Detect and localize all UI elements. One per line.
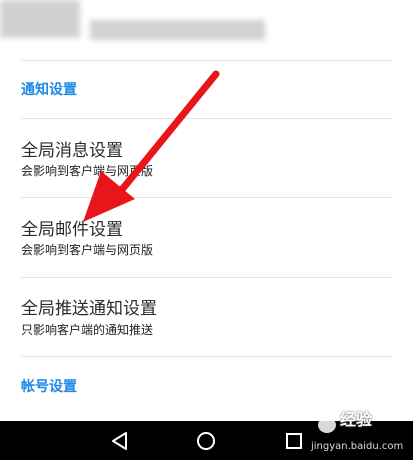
blurred-account-info [90, 20, 265, 40]
watermark-brand: 经验 [340, 410, 373, 429]
divider [21, 60, 392, 61]
setting-item-global-mail[interactable]: 全局邮件设置 会影响到客户端与网页版 [0, 198, 413, 272]
setting-desc: 会影响到客户端与网页版 [21, 243, 154, 257]
section-header-notification: 通知设置 [21, 82, 77, 98]
back-triangle-icon[interactable] [108, 429, 132, 453]
section-header-account: 帐号设置 [21, 379, 77, 395]
home-circle-icon[interactable] [194, 429, 218, 453]
setting-title: 全局推送通知设置 [21, 299, 157, 319]
setting-desc: 只影响客户端的通知推送 [21, 323, 154, 337]
setting-item-global-message[interactable]: 全局消息设置 会影响到客户端与网页版 [0, 119, 413, 193]
setting-desc: 会影响到客户端与网页版 [21, 164, 154, 178]
setting-title: 全局邮件设置 [21, 220, 123, 240]
setting-item-global-push[interactable]: 全局推送通知设置 只影响客户端的通知推送 [0, 278, 413, 352]
blurred-avatar [0, 0, 80, 38]
setting-title: 全局消息设置 [21, 141, 123, 161]
divider [21, 356, 392, 357]
watermark-url: jingyan.baidu.com [311, 441, 404, 452]
